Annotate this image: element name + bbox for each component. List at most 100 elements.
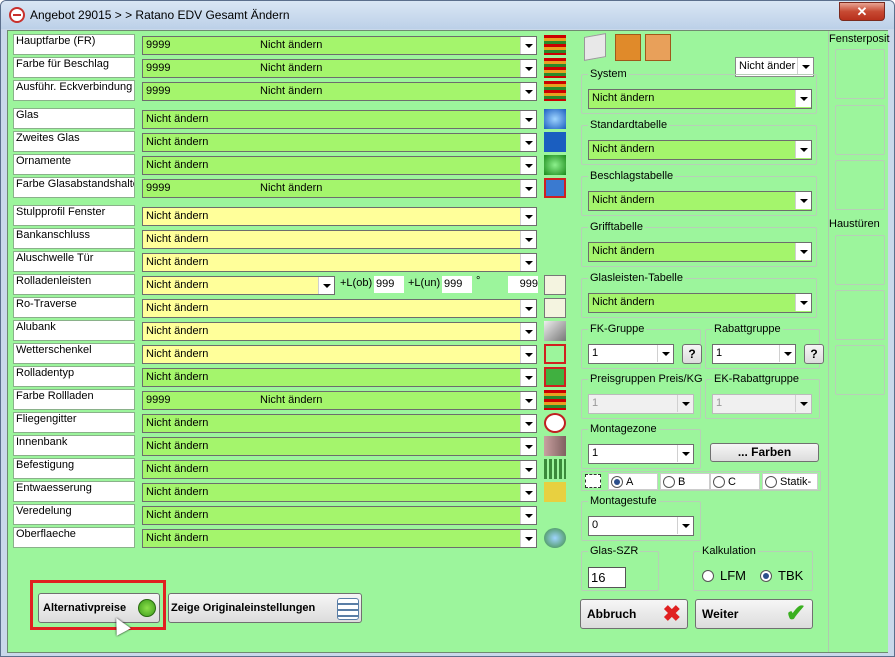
fensterpos-slot-1[interactable] (835, 49, 885, 99)
roller-strip-icon[interactable] (544, 275, 566, 295)
weiter-button[interactable]: Weiter ✔ (695, 599, 813, 629)
radio-tbk[interactable] (760, 570, 772, 582)
lob-input[interactable]: 999 (374, 276, 404, 293)
value-select[interactable]: Nicht ändern (142, 253, 537, 272)
radio-c[interactable] (713, 476, 725, 488)
radio-b[interactable] (663, 476, 675, 488)
select-value: Nicht ändern (146, 440, 209, 452)
value-select[interactable]: Nicht ändern (142, 437, 537, 456)
sill-icon[interactable] (544, 436, 566, 456)
field-label: Bankanschluss (13, 228, 135, 249)
system-group: System Nicht ändern (581, 68, 817, 114)
value-select[interactable]: Nicht ändern (142, 110, 537, 129)
value-select[interactable]: Nicht ändern (142, 368, 537, 387)
fensterpos-slot-2[interactable] (835, 105, 885, 155)
tbk-label: TBK (778, 568, 804, 583)
value-select[interactable]: Nicht ändern (142, 460, 537, 479)
field-label: Oberflaeche (13, 527, 135, 548)
glass-spacer-icon[interactable] (544, 178, 566, 198)
value-select[interactable]: Nicht ändern (142, 345, 537, 364)
drainage-icon[interactable] (544, 482, 566, 502)
profile-orange-icon[interactable] (615, 34, 641, 61)
haustuer-slot-1[interactable] (835, 235, 885, 285)
row-oberflaeche: Oberflaeche Nicht ändern (13, 527, 543, 548)
close-button[interactable]: ✕ (839, 2, 885, 21)
griff-select[interactable]: Nicht ändern (588, 242, 812, 262)
value-select[interactable]: Nicht ändern (142, 276, 335, 295)
haustuer-slot-2[interactable] (835, 290, 885, 340)
value-select[interactable]: Nicht ändern (142, 414, 537, 433)
standard-value: Nicht ändern (592, 143, 655, 155)
radio-a[interactable] (611, 476, 623, 488)
alternativpreise-button[interactable]: Alternativpreise (38, 593, 160, 623)
surface-icon[interactable] (544, 528, 566, 548)
beschlag-select[interactable]: Nicht ändern (588, 191, 812, 211)
montagestufe-select[interactable]: 0 (588, 516, 694, 536)
color-stripes-icon[interactable] (544, 35, 566, 55)
field-label: Glas (13, 108, 135, 129)
value-select[interactable]: Nicht ändern (142, 529, 537, 548)
weather-bar-icon[interactable] (544, 344, 566, 364)
profile-orange2-icon[interactable] (645, 34, 671, 61)
radio-lfm[interactable] (702, 570, 714, 582)
window-open-icon[interactable] (584, 33, 606, 61)
value-select[interactable]: 9999 Nicht ändern (142, 82, 537, 101)
beschlag-label: Beschlagstabelle (588, 170, 676, 182)
lun-input[interactable]: 999 (442, 276, 472, 293)
rabatt-label: Rabattgruppe (712, 323, 783, 335)
abbruch-button[interactable]: Abbruch ✖ (580, 599, 688, 629)
value-select[interactable]: Nicht ändern (142, 133, 537, 152)
preis-select[interactable]: 1 (588, 394, 694, 414)
farben-button[interactable]: ... Farben (710, 443, 819, 462)
value-select[interactable]: Nicht ändern (142, 230, 537, 249)
option-statik-box[interactable]: Statik- (762, 473, 818, 490)
option-b-box[interactable]: B (660, 473, 710, 490)
value-select[interactable]: Nicht ändern (142, 156, 537, 175)
glass-green-icon[interactable] (544, 155, 566, 175)
fixing-icon[interactable] (544, 459, 566, 479)
select-value: Nicht ändern (146, 486, 209, 498)
chevron-down-icon (520, 392, 536, 409)
glas-szr-input[interactable]: 16 (588, 567, 626, 588)
fk-select[interactable]: 1 (588, 344, 674, 364)
field-label: Rolladentyp (13, 366, 135, 387)
value-select[interactable]: 9999 Nicht ändern (142, 179, 537, 198)
system-select[interactable]: Nicht ändern (588, 89, 812, 109)
rabatt-help-button[interactable]: ? (804, 344, 824, 364)
value-select[interactable]: 9999 Nicht ändern (142, 36, 537, 55)
rabatt-select[interactable]: 1 (712, 344, 796, 364)
montagezone-select[interactable]: 1 (588, 444, 694, 464)
standard-select[interactable]: Nicht ändern (588, 140, 812, 160)
color-stripes-icon[interactable] (544, 81, 566, 101)
alubank-icon[interactable] (544, 321, 566, 341)
value-select[interactable]: Nicht ändern (142, 207, 537, 226)
haustueren-label: Haustüren (829, 218, 880, 230)
haustuer-slot-3[interactable] (835, 345, 885, 395)
color-stripes-icon[interactable] (544, 58, 566, 78)
color-code: 9999 (146, 182, 171, 194)
chevron-down-icon (520, 438, 536, 455)
ek-select[interactable]: 1 (712, 394, 812, 414)
color-stripes-icon[interactable] (544, 390, 566, 410)
roller-traverse-icon[interactable] (544, 298, 566, 318)
row-ornamente: Ornamente Nicht ändern (13, 154, 543, 175)
glass-two-icon[interactable] (544, 132, 566, 152)
fensterpos-slot-3[interactable] (835, 160, 885, 210)
option-a-box[interactable]: A (608, 473, 658, 490)
original-button[interactable]: Zeige Originaleinstellungen (168, 593, 362, 623)
glasleisten-select[interactable]: Nicht ändern (588, 293, 812, 313)
value-select[interactable]: 9999 Nicht ändern (142, 391, 537, 410)
value-select[interactable]: Nicht ändern (142, 506, 537, 525)
insect-screen-icon[interactable] (544, 413, 566, 433)
value-select[interactable]: Nicht ändern (142, 483, 537, 502)
roller-type-icon[interactable] (544, 367, 566, 387)
fk-help-button[interactable]: ? (682, 344, 702, 364)
value-select[interactable]: 9999 Nicht ändern (142, 59, 537, 78)
glass-blue-icon[interactable] (544, 109, 566, 129)
field-label: Innenbank (13, 435, 135, 456)
option-c-box[interactable]: C (710, 473, 760, 490)
value-select[interactable]: Nicht ändern (142, 299, 537, 318)
radio-statik[interactable] (765, 476, 777, 488)
deg-input[interactable]: 999 (508, 276, 538, 293)
value-select[interactable]: Nicht ändern (142, 322, 537, 341)
